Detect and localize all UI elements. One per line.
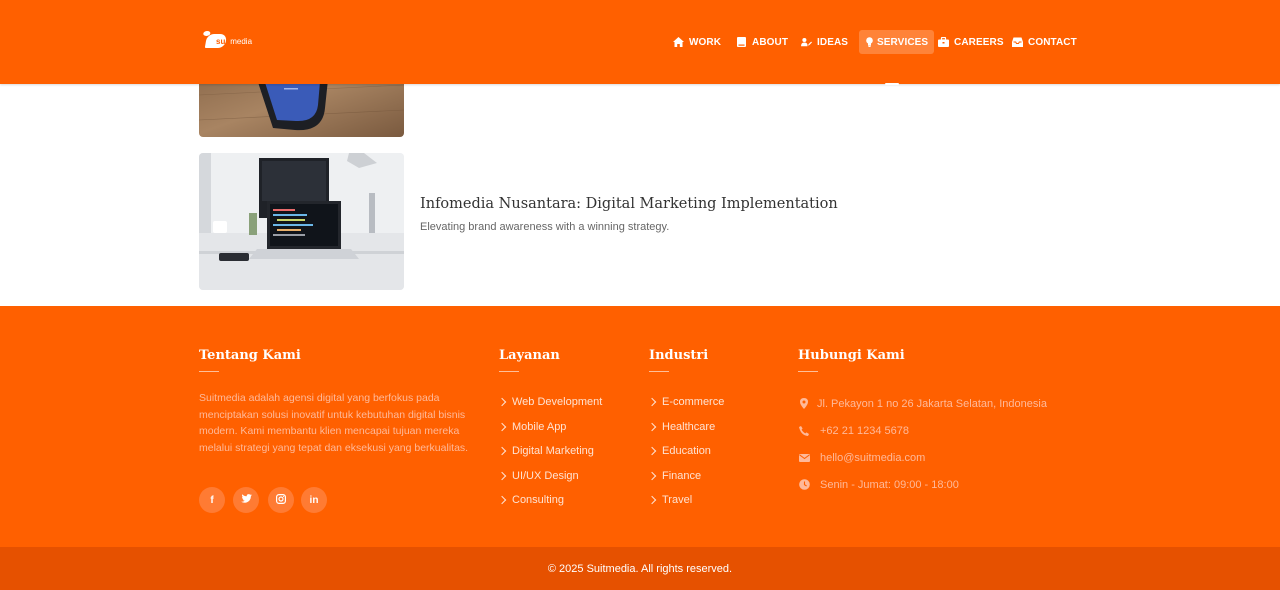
footer-contact-title: Hubungi Kami	[798, 348, 905, 363]
project-thumbnail-laptop[interactable]	[199, 153, 404, 290]
footer-link-travel[interactable]: Travel	[647, 488, 724, 513]
footer-industries-title: Industri	[649, 348, 709, 363]
footer-contact-list: Jl. Pekayon 1 no 26 Jakarta Selatan, Ind…	[798, 390, 1047, 498]
chevron-right-icon	[647, 447, 657, 456]
contact-phone[interactable]: +62 21 1234 5678	[798, 417, 1047, 444]
nav-item-label: CAREERS	[954, 36, 1004, 48]
contact-phone-text: +62 21 1234 5678	[820, 424, 910, 437]
footer-title-underline	[798, 371, 818, 372]
footer-link-finance[interactable]: Finance	[647, 464, 724, 489]
chevron-right-icon	[647, 422, 657, 431]
project-title[interactable]: Infomedia Nusantara: Digital Marketing I…	[420, 196, 838, 212]
nav-item-about[interactable]: ABOUT	[736, 30, 788, 54]
nav-item-label: ABOUT	[752, 36, 789, 48]
phone-icon	[798, 425, 810, 437]
contact-email[interactable]: hello@suitmedia.com	[798, 444, 1047, 471]
nav-item-label: WORK	[689, 36, 722, 48]
nav-item-label: IDEAS	[817, 36, 849, 48]
nav-item-label: SERVICES	[877, 36, 929, 48]
chevron-right-icon	[647, 398, 657, 407]
link-label: Consulting	[512, 494, 564, 507]
footer-services-list: Web Development Mobile App Digital Marke…	[497, 390, 603, 513]
chevron-right-icon	[497, 422, 507, 431]
footer-about-text: Suitmedia adalah agensi digital yang ber…	[199, 392, 469, 454]
contact-address: Jl. Pekayon 1 no 26 Jakarta Selatan, Ind…	[798, 390, 1047, 417]
contact-address-text: Jl. Pekayon 1 no 26 Jakarta Selatan, Ind…	[817, 397, 1047, 410]
project-description: Elevating brand awareness with a winning…	[420, 221, 670, 233]
footer-link-ui-ux-design[interactable]: UI/UX Design	[497, 464, 602, 489]
logo-wordmark: suitmedia	[216, 36, 253, 46]
link-label: Travel	[662, 494, 693, 507]
link-label: Finance	[662, 469, 702, 482]
footer-title-underline	[499, 371, 519, 372]
footer-link-healthcare[interactable]: Healthcare	[647, 415, 724, 440]
active-nav-indicator	[885, 83, 899, 85]
book-icon	[736, 37, 747, 47]
footer-link-web-development[interactable]: Web Development	[497, 390, 603, 415]
user-edit-icon	[801, 37, 812, 47]
linkedin-link[interactable]: in	[301, 487, 327, 513]
link-label: E-commerce	[662, 396, 725, 409]
footer-about-title: Tentang Kami	[199, 348, 301, 363]
nav-item-work[interactable]: WORK	[673, 30, 721, 54]
footer-link-education[interactable]: Education	[647, 439, 724, 464]
link-label: Web Development	[512, 396, 603, 409]
twitter-icon	[240, 494, 252, 506]
instagram-link[interactable]	[268, 487, 294, 513]
footer-industries-list: E-commerce Healthcare Education Finance …	[647, 390, 725, 513]
nav-item-contact[interactable]: CONTACT	[1012, 30, 1077, 54]
footer-link-e-commerce[interactable]: E-commerce	[647, 390, 725, 415]
lightbulb-icon	[865, 37, 873, 47]
map-marker-icon	[798, 398, 810, 410]
copyright-bar: © 2025 Suitmedia. All rights reserved.	[0, 547, 1280, 590]
chevron-right-icon	[647, 496, 657, 505]
chevron-right-icon	[497, 447, 507, 456]
clock-icon	[798, 479, 810, 491]
footer-link-digital-marketing[interactable]: Digital Marketing	[497, 439, 602, 464]
chevron-right-icon	[497, 471, 507, 480]
linkedin-icon: in	[309, 494, 319, 506]
chevron-right-icon	[647, 471, 657, 480]
copyright-text: © 2025 Suitmedia. All rights reserved.	[547, 562, 733, 575]
link-label: UI/UX Design	[512, 469, 579, 482]
contact-hours-text: Senin - Jumat: 09:00 - 18:00	[820, 478, 959, 491]
footer-services-title: Layanan	[499, 348, 560, 363]
main-nav: WORK ABOUT IDEAS SERVICES CAREERS CONTAC…	[0, 30, 1280, 85]
nav-item-ideas[interactable]: IDEAS	[801, 30, 848, 54]
link-label: Digital Marketing	[512, 445, 594, 458]
nav-item-careers[interactable]: CAREERS	[938, 30, 1004, 54]
chevron-right-icon	[497, 398, 507, 407]
home-icon	[673, 37, 684, 47]
contact-email-text: hello@suitmedia.com	[820, 451, 926, 464]
contact-hours: Senin - Jumat: 09:00 - 18:00	[798, 471, 1047, 498]
instagram-icon	[276, 493, 287, 507]
site-footer: Tentang Kami Suitmedia adalah agensi dig…	[0, 306, 1280, 547]
footer-link-consulting[interactable]: Consulting	[497, 488, 602, 513]
link-label: Mobile App	[512, 420, 567, 433]
facebook-icon: f	[210, 494, 214, 506]
footer-title-underline	[649, 371, 669, 372]
site-header: suitmedia WORK ABOUT IDEAS SERVICES CARE…	[0, 0, 1280, 85]
nav-item-services[interactable]: SERVICES	[859, 30, 935, 54]
facebook-link[interactable]: f	[199, 487, 225, 513]
link-label: Healthcare	[662, 420, 716, 433]
inbox-icon	[1012, 37, 1023, 47]
footer-title-underline	[199, 371, 219, 372]
nav-item-label: CONTACT	[1028, 36, 1077, 48]
link-label: Education	[662, 445, 711, 458]
footer-link-mobile-app[interactable]: Mobile App	[497, 415, 602, 440]
envelope-icon	[798, 452, 810, 464]
twitter-link[interactable]	[233, 487, 259, 513]
briefcase-icon	[938, 37, 949, 47]
chevron-right-icon	[497, 496, 507, 505]
